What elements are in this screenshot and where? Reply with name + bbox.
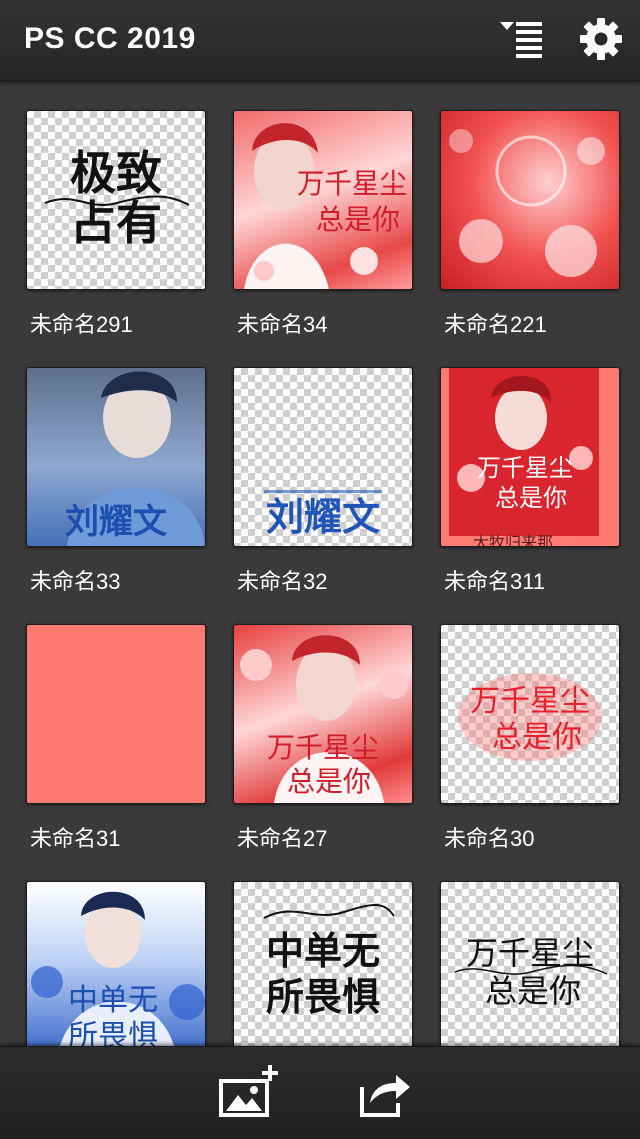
project-thumbnail[interactable]: 万千星尘 总是你 [440,624,620,804]
blue-portrait-poster: 刘耀文 [65,371,205,546]
sort-menu-button[interactable] [498,18,546,58]
calligraphy-black-transparent: 极致 占有 [44,146,190,250]
top-app-bar: PS CC 2019 [0,0,640,81]
project-name: 未命名221 [444,312,547,337]
red-portrait-poster-coral: 万千星尘 总是你 大牧归来那 [449,368,599,546]
svg-text:刘耀文: 刘耀文 [266,494,380,539]
project-thumbnail[interactable]: 万千星尘 总是你 大牧归来那 [440,367,620,547]
sort-list-icon [500,22,542,58]
project-thumbnail[interactable]: 极致 占有 [26,110,206,290]
settings-button[interactable] [578,16,624,62]
add-image-icon [219,1065,278,1117]
svg-text:所畏惧: 所畏惧 [266,974,380,1019]
calligraphy-black-transparent: 万千星尘 总是你 [454,934,608,1010]
share-button[interactable] [356,1069,412,1119]
project-name: 未命名31 [30,826,121,851]
project-thumbnail[interactable] [26,624,206,804]
add-image-button[interactable] [218,1065,284,1121]
project-thumbnail[interactable]: 万千星尘 总是你 [233,624,413,804]
project-name: 未命名32 [237,569,328,594]
project-thumbnail[interactable]: 万千星尘 总是你 [233,110,413,290]
project-thumbnail[interactable]: 万千星尘 总是你 [440,881,620,1046]
svg-text:总是你: 总是你 [485,972,581,1010]
project-name: 未命名27 [237,826,328,851]
app-title: PS CC 2019 [24,22,196,55]
blue-portrait-poster: 中单无 所畏惧 [31,891,205,1046]
project-thumbnail[interactable]: 中单无 所畏惧 [26,881,206,1046]
svg-text:大牧归来那: 大牧归来那 [473,533,553,546]
project-name: 未命名34 [237,312,328,337]
red-glow-text-transparent: 万千星尘 总是你 [458,673,602,761]
project-name: 未命名30 [444,826,535,851]
project-thumbnail[interactable]: 刘耀文 [26,367,206,547]
blue-text-transparent: 刘耀文 [264,490,382,539]
share-icon [360,1075,410,1117]
svg-text:刘耀文: 刘耀文 [65,502,167,542]
calligraphy-black-transparent: 中单无 所畏惧 [263,904,395,1019]
svg-text:总是你: 总是你 [316,203,400,236]
svg-text:极致: 极致 [70,146,162,200]
svg-text:总是你: 总是你 [495,484,567,512]
red-portrait-poster: 万千星尘 总是你 [244,123,407,289]
project-grid: 极致 占有 未命名291 万千星尘 总是你 未命名34 未命名221 刘耀文 未… [0,80,640,1046]
svg-text:中单无: 中单无 [68,983,158,1018]
project-name: 未命名311 [444,569,546,594]
svg-text:万千星尘: 万千星尘 [470,684,590,719]
svg-text:总是你: 总是你 [287,765,371,798]
svg-text:万千星尘: 万千星尘 [267,731,379,764]
red-portrait-poster: 万千星尘 总是你 [240,635,408,803]
project-name: 未命名291 [30,312,133,337]
svg-text:总是你: 总是你 [492,720,582,755]
svg-text:万千星尘: 万千星尘 [477,454,573,482]
svg-text:所畏惧: 所畏惧 [68,1019,158,1046]
project-name: 未命名33 [30,569,121,594]
project-thumbnail[interactable] [440,110,620,290]
red-floral-background [449,129,605,277]
svg-text:万千星尘: 万千星尘 [297,167,407,200]
bottom-toolbar [0,1046,640,1139]
project-thumbnail[interactable]: 刘耀文 [233,367,413,547]
svg-text:中单无: 中单无 [266,928,380,973]
gear-icon [580,18,622,60]
project-thumbnail[interactable]: 中单无 所畏惧 [233,881,413,1046]
